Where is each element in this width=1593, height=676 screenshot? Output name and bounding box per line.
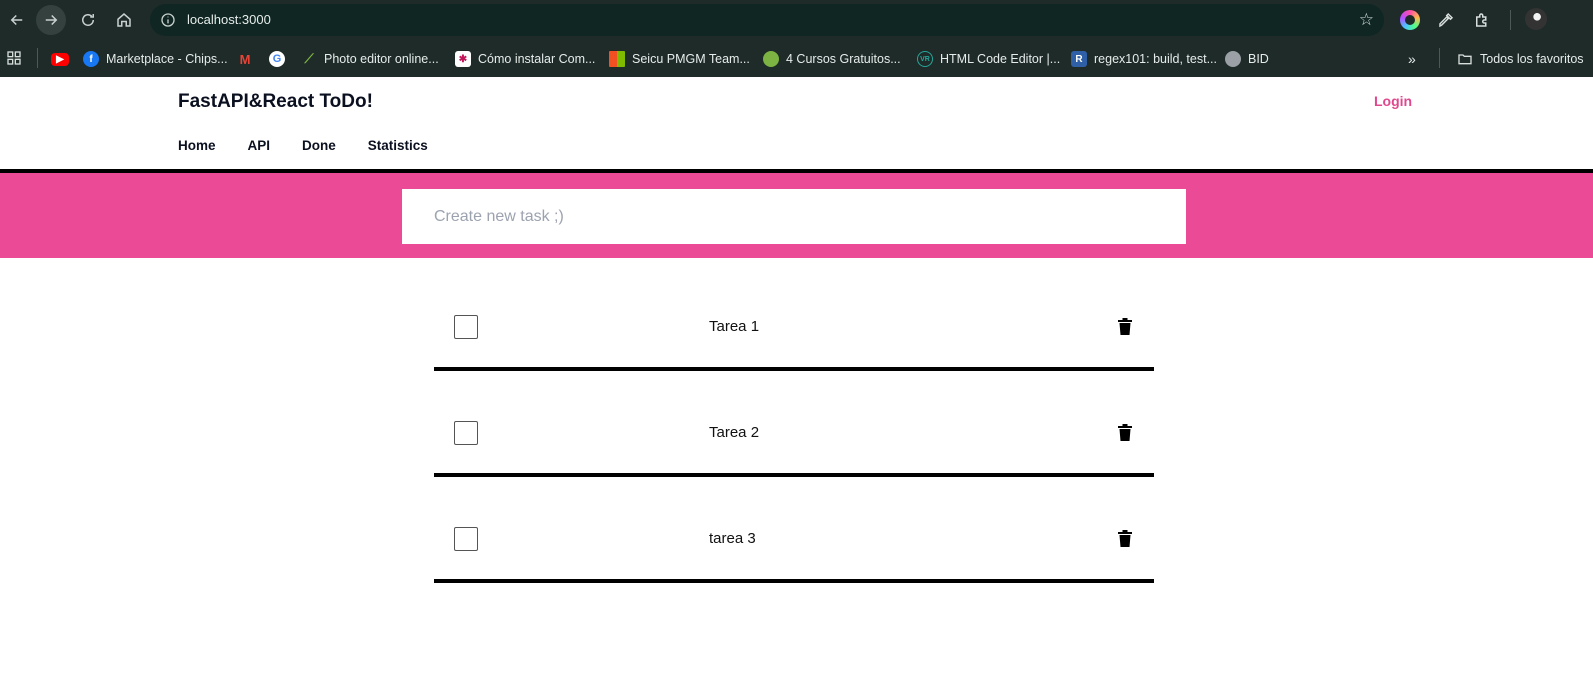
all-bookmarks-folder[interactable]: Todos los favoritos [1457, 49, 1584, 69]
bookmark-label: regex101: build, test... [1094, 52, 1217, 66]
menu-api[interactable]: API [248, 138, 271, 153]
bookmark-regex101[interactable]: R regex101: build, test... [1071, 49, 1217, 69]
reload-icon [82, 14, 94, 26]
bookmark-label: Cómo instalar Com... [478, 52, 596, 66]
code-editor-icon: VR [917, 51, 933, 67]
new-task-input[interactable] [402, 189, 1186, 244]
bookmark-como-instalar[interactable]: ✱ Cómo instalar Com... [455, 49, 595, 69]
all-bookmarks-label: Todos los favoritos [1480, 52, 1584, 66]
task-item: Tarea 2 [434, 404, 1154, 477]
bookmark-cursos[interactable]: 4 Cursos Gratuitos... [763, 49, 901, 69]
color-extension-icon[interactable] [1400, 10, 1420, 30]
bookmark-photo-editor[interactable]: ⟋ Photo editor online... [301, 49, 439, 69]
trash-icon[interactable] [1118, 530, 1132, 547]
extensions-puzzle-icon[interactable] [1472, 10, 1492, 30]
folder-icon [1458, 54, 1472, 65]
bookmark-youtube[interactable]: ▶ [51, 49, 69, 69]
youtube-icon: ▶ [51, 52, 69, 66]
bookmark-star-icon[interactable]: ☆ [1359, 10, 1374, 30]
regex-icon: R [1071, 51, 1087, 67]
arrow-left-icon [10, 14, 23, 26]
brush-icon: ⟋ [304, 51, 314, 66]
bookmark-marketplace[interactable]: f Marketplace - Chips... [83, 49, 228, 69]
bookmarks-separator [37, 48, 38, 68]
google-icon: G [269, 51, 285, 67]
bookmark-label: Marketplace - Chips... [106, 52, 228, 66]
app-brand[interactable]: FastAPI&React ToDo! [178, 91, 373, 113]
address-bar[interactable]: localhost:3000 ☆ [150, 4, 1384, 36]
microsoft-icon [609, 51, 625, 67]
browser-toolbar: localhost:3000 ☆ [0, 0, 1593, 40]
task-item: tarea 3 [434, 510, 1154, 583]
gmail-icon: M [239, 51, 251, 67]
new-task-banner [0, 173, 1593, 258]
arrow-right-icon [45, 14, 58, 26]
home-icon [117, 13, 131, 27]
bookmark-google[interactable]: G [269, 49, 285, 69]
task-checkbox[interactable] [454, 315, 478, 339]
url-text[interactable]: localhost:3000 [187, 12, 271, 27]
app-page: FastAPI&React ToDo! Login Home API Done … [0, 77, 1593, 676]
task-title: Tarea 1 [709, 318, 760, 335]
bookmark-gmail[interactable]: M [237, 49, 253, 69]
facebook-icon: f [83, 51, 99, 67]
home-button[interactable] [109, 5, 139, 35]
menu-statistics[interactable]: Statistics [368, 138, 428, 153]
bookmark-label: Seicu PMGM Team... [632, 52, 750, 66]
site-info-icon[interactable] [158, 10, 178, 30]
apps-grid-icon[interactable] [4, 48, 24, 68]
task-title: Tarea 2 [709, 424, 760, 441]
task-checkbox[interactable] [454, 421, 478, 445]
trash-icon[interactable] [1118, 424, 1132, 441]
login-link[interactable]: Login [1374, 93, 1412, 109]
task-title: tarea 3 [709, 530, 756, 547]
bookmarks-separator [1439, 48, 1440, 68]
bookmark-label: 4 Cursos Gratuitos... [786, 52, 901, 66]
bookmark-seicu[interactable]: Seicu PMGM Team... [609, 49, 750, 69]
menu-home[interactable]: Home [178, 138, 216, 153]
bookmark-html-editor[interactable]: VR HTML Code Editor |... [917, 49, 1060, 69]
globe-leaf-icon [763, 51, 779, 67]
compose-icon: ✱ [455, 51, 471, 67]
bookmarks-bar: ▶ f Marketplace - Chips... M G ⟋ Photo e… [0, 40, 1593, 77]
bookmark-label: Photo editor online... [324, 52, 439, 66]
menu-done[interactable]: Done [302, 138, 336, 153]
task-checkbox[interactable] [454, 527, 478, 551]
more-bookmarks-icon[interactable]: » [1408, 49, 1416, 69]
bookmark-bid[interactable]: BID [1225, 49, 1269, 69]
toolbar-separator [1510, 10, 1511, 30]
eyedropper-icon[interactable] [1436, 10, 1456, 30]
globe-icon [1225, 51, 1241, 67]
forward-button[interactable] [36, 5, 66, 35]
trash-icon[interactable] [1118, 318, 1132, 335]
profile-avatar[interactable] [1525, 8, 1547, 30]
back-button[interactable] [2, 5, 32, 35]
task-item: Tarea 1 [434, 298, 1154, 371]
main-menu: Home API Done Statistics [178, 138, 460, 153]
reload-button[interactable] [73, 5, 103, 35]
bookmark-label: BID [1248, 52, 1269, 66]
bookmark-label: HTML Code Editor |... [940, 52, 1061, 66]
